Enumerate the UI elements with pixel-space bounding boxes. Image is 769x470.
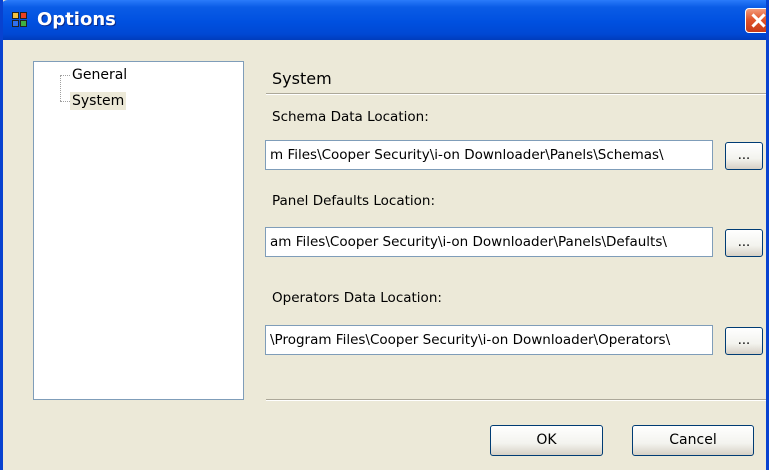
schema-browse-button[interactable]: ... [725,142,763,170]
tree-connector [60,101,70,102]
options-app-icon [12,12,28,28]
tree-connector [60,75,70,76]
close-icon[interactable] [745,8,766,33]
operators-data-location-label: Operators Data Location: [272,290,442,306]
section-divider [266,93,766,95]
tree-connector [60,75,61,101]
panel-defaults-location-label: Panel Defaults Location: [272,193,436,209]
options-dialog: Options General System System Schema Dat… [0,0,769,470]
tree-item-general[interactable]: General [70,66,129,84]
cancel-button[interactable]: Cancel [632,425,754,456]
schema-data-location-field[interactable]: m Files\Cooper Security\i-on Downloader\… [265,140,713,170]
operators-data-location-field[interactable]: \Program Files\Cooper Security\i-on Down… [265,325,713,355]
schema-data-location-label: Schema Data Location: [272,109,429,125]
window-title: Options [37,9,116,30]
panel-defaults-browse-button[interactable]: ... [725,229,763,257]
operators-browse-button[interactable]: ... [725,327,763,355]
title-bar[interactable]: Options [3,0,766,40]
section-title: System [272,69,332,88]
ok-button[interactable]: OK [490,425,603,456]
tree-item-system[interactable]: System [70,92,127,110]
options-tree: General System [33,61,244,400]
panel-defaults-location-field[interactable]: am Files\Cooper Security\i-on Downloader… [265,227,713,257]
buttons-divider [266,399,766,401]
